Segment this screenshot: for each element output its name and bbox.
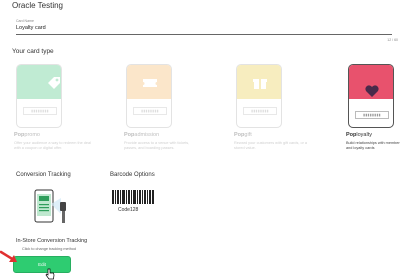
card-type-suffix: loyalty xyxy=(356,132,372,138)
card-type-name: Poppromo xyxy=(14,132,40,138)
card-thumbnail: ▮▮▮▮▮▮▮▮ xyxy=(126,64,172,128)
card-type-suffix: promo xyxy=(24,132,40,138)
card-type-prefix: Pop xyxy=(346,132,357,138)
card-type-name: Poployalty xyxy=(346,132,372,138)
barcode-strip: ▮▮▮▮▮▮▮▮ xyxy=(23,107,57,115)
conversion-tracking-title: Conversion Tracking xyxy=(16,172,71,178)
card-type-popgift[interactable]: ▮▮▮▮▮▮▮▮ Popgift Reward your customers w… xyxy=(232,64,330,174)
tag-icon xyxy=(48,77,60,89)
barcode-strip: ▮▮▮▮▮▮▮▮ xyxy=(243,107,277,115)
barcode-strip: ▮▮▮▮▮▮▮▮ xyxy=(133,107,167,115)
card-type-description: Offer your audience a way to redeem the … xyxy=(14,141,91,150)
barcode-type-label: Code128 xyxy=(118,207,139,213)
heart-icon xyxy=(365,85,379,97)
card-type-poployalty[interactable]: ▮▮▮▮▮▮▮▮ Poployalty Build relationships … xyxy=(344,64,400,174)
barcode-options-title: Barcode Options xyxy=(110,172,155,178)
page-title: Oracle Testing xyxy=(12,1,63,10)
card-type-description: Build relationships with membership card… xyxy=(346,141,400,150)
card-type-prefix: Pop xyxy=(14,132,25,138)
card-name-value[interactable]: Loyalty card xyxy=(16,25,46,31)
card-name-field[interactable]: Card Name Loyalty card xyxy=(16,19,392,35)
ticket-icon xyxy=(143,79,157,87)
card-thumbnail: ▮▮▮▮▮▮▮▮ xyxy=(236,64,282,128)
phone-scan-illustration[interactable] xyxy=(30,184,70,230)
tracking-method-title: In-Store Conversion Tracking xyxy=(16,238,88,244)
card-type-prefix: Pop xyxy=(124,132,135,138)
barcode-strip: ▮▮▮▮▮▮▮▮ xyxy=(355,111,389,119)
card-type-title: Your card type xyxy=(12,48,54,55)
red-arrow-icon xyxy=(0,250,17,262)
card-type-popadmission[interactable]: ▮▮▮▮▮▮▮▮ Popadmission Provide access to … xyxy=(122,64,220,174)
char-counter: 12 / 60 xyxy=(387,38,398,42)
card-type-prefix: Pop xyxy=(234,132,245,138)
card-type-popromo[interactable]: ▮▮▮▮▮▮▮▮ Poppromo Offer your audience a … xyxy=(12,64,110,174)
hand-cursor-icon xyxy=(45,268,55,280)
barcode-icon[interactable] xyxy=(112,190,154,204)
card-thumbnail: ▮▮▮▮▮▮▮▮ xyxy=(348,64,394,128)
card-type-name: Popgift xyxy=(234,132,252,138)
card-name-label: Card Name xyxy=(16,19,34,23)
card-type-suffix: admission xyxy=(134,132,160,138)
card-type-name: Popadmission xyxy=(124,132,159,138)
card-thumbnail: ▮▮▮▮▮▮▮▮ xyxy=(16,64,62,128)
card-type-description: Reward your customers with gift cards, o… xyxy=(234,141,308,150)
tracking-method-hint[interactable]: Click to change tracking method xyxy=(22,247,76,251)
card-type-description: Provide access to a venue with tickets, … xyxy=(124,141,190,150)
card-type-suffix: gift xyxy=(244,132,252,138)
gift-icon xyxy=(253,79,267,89)
